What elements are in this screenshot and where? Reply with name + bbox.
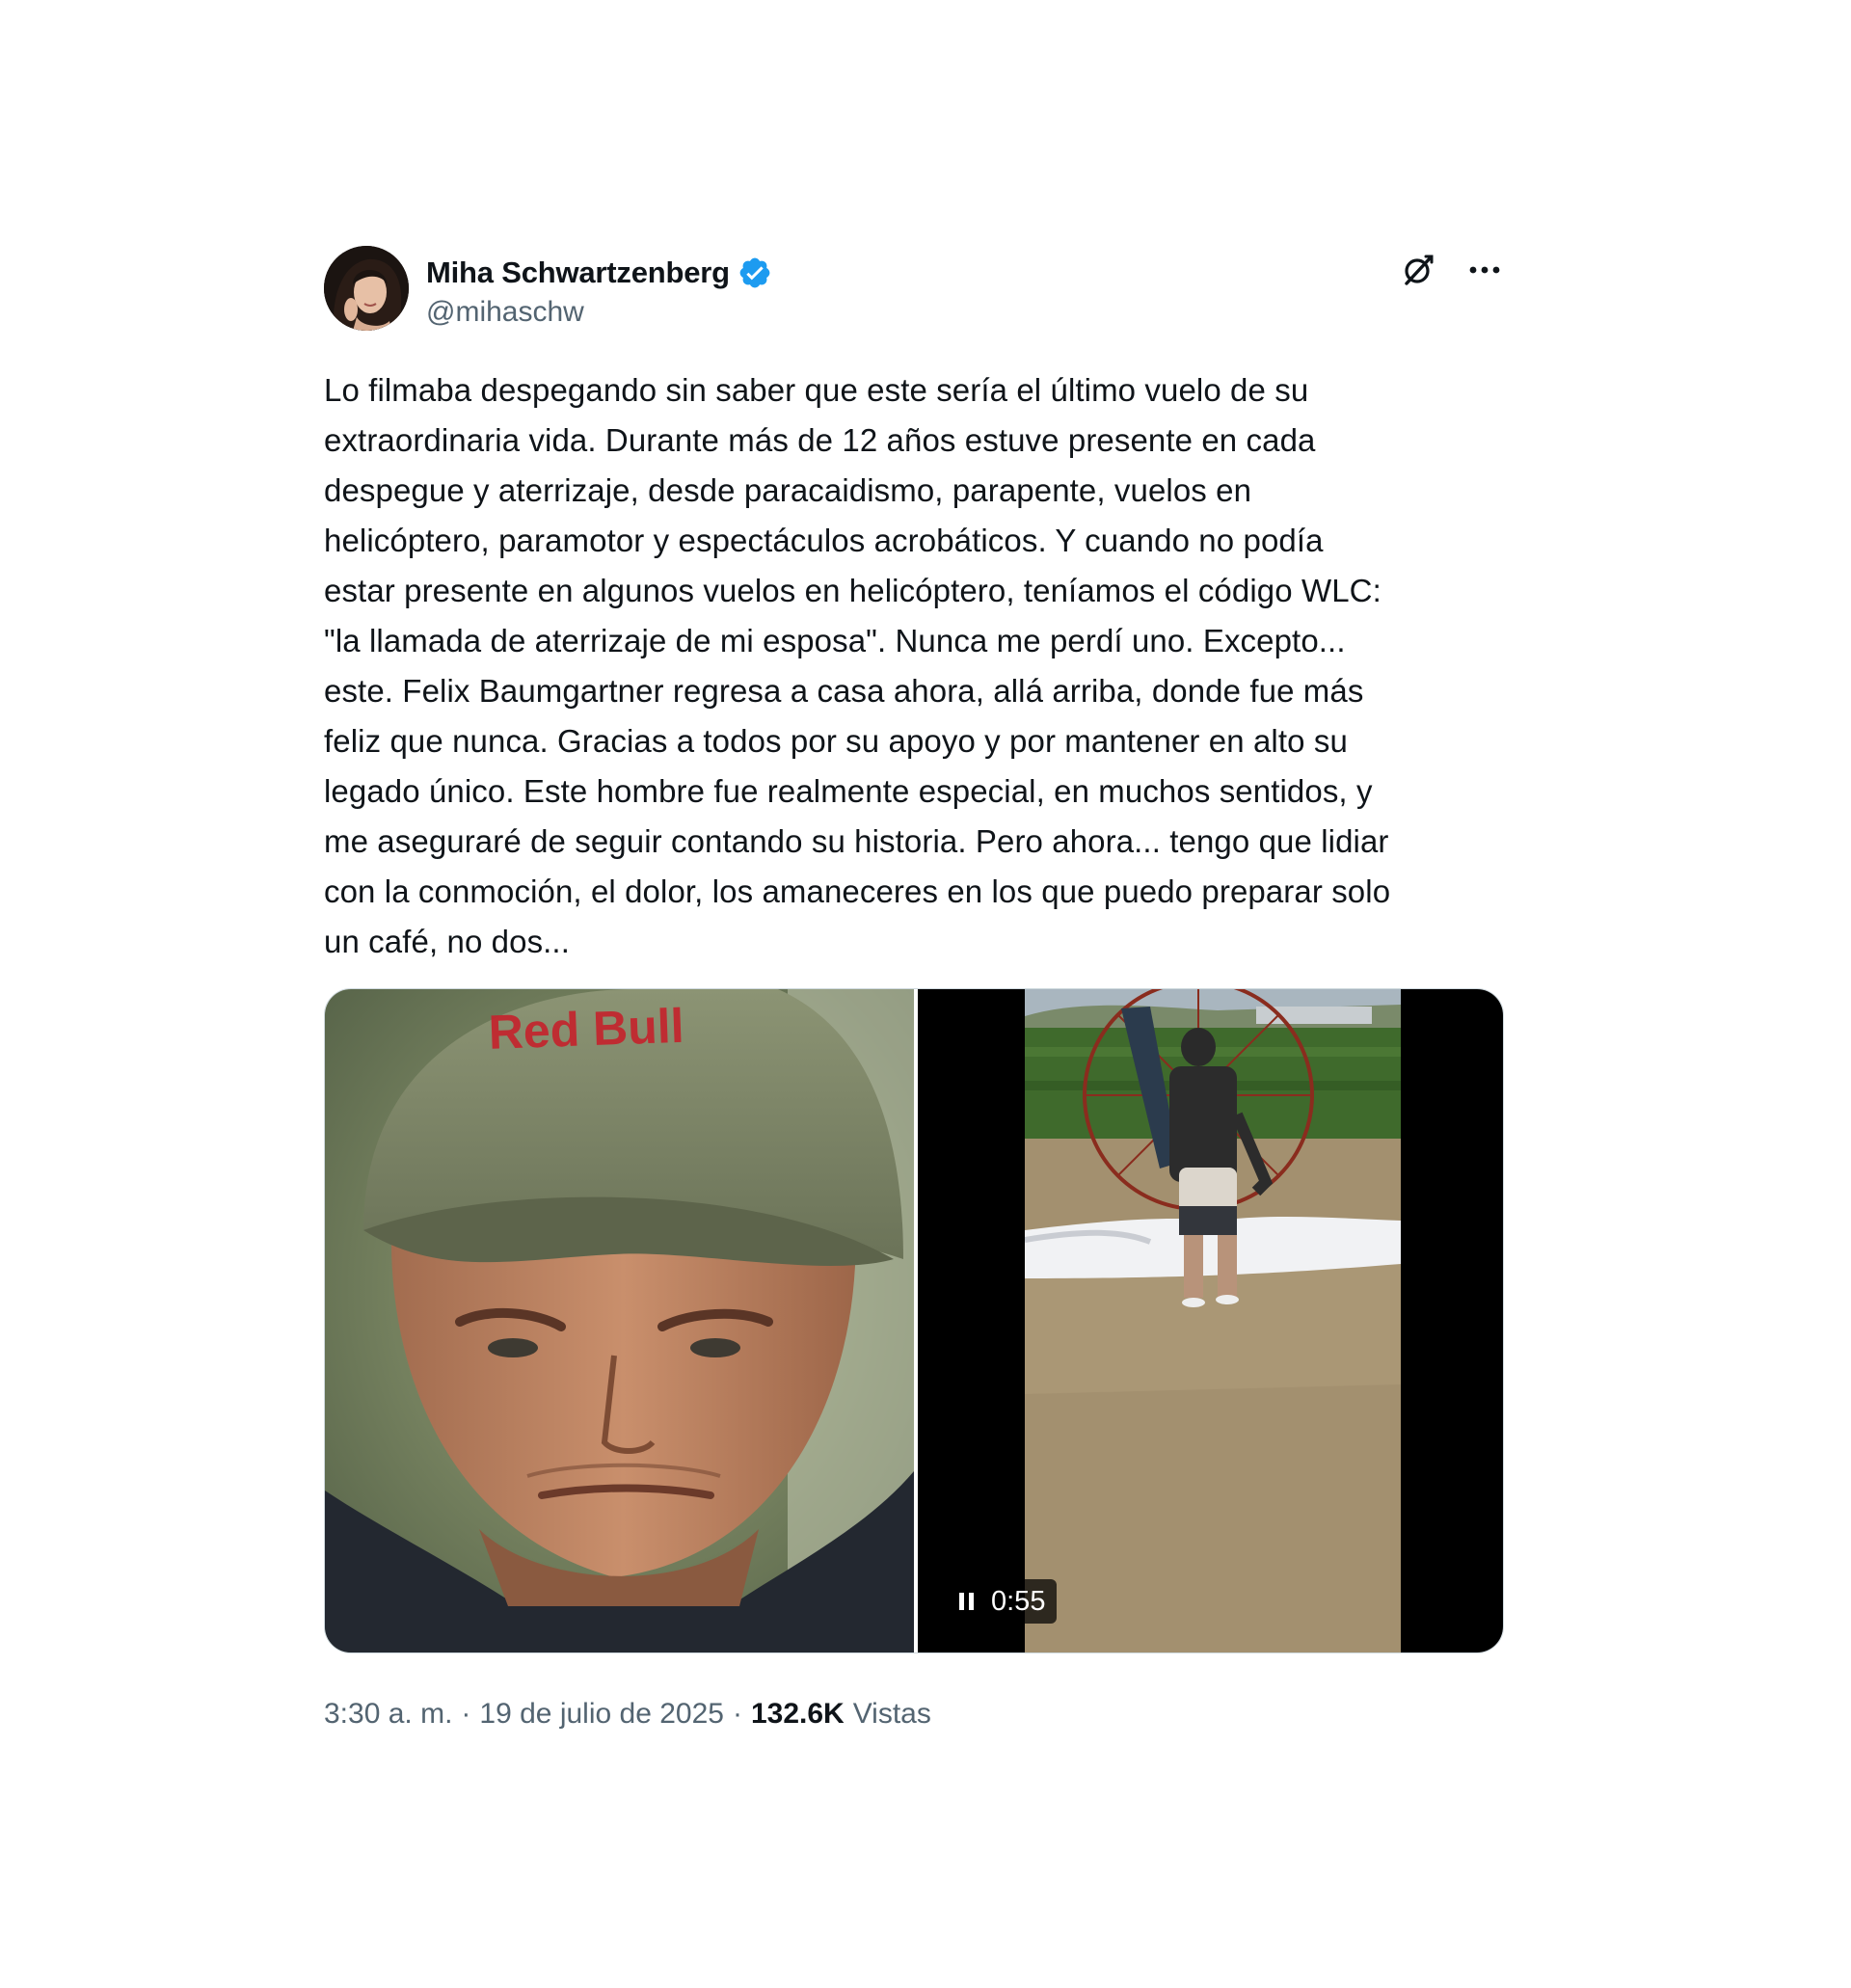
views-count[interactable]: 132.6K xyxy=(751,1698,845,1731)
video-frame[interactable] xyxy=(1025,989,1401,1652)
tweet-header: Miha Schwartzenberg @mihaschw xyxy=(324,246,1504,335)
display-name-row: Miha Schwartzenberg xyxy=(426,254,772,292)
tweet-date[interactable]: 19 de julio de 2025 xyxy=(479,1698,724,1731)
separator: · xyxy=(732,1698,742,1730)
display-name[interactable]: Miha Schwartzenberg xyxy=(426,255,730,290)
pause-icon[interactable] xyxy=(956,1591,978,1612)
avatar[interactable] xyxy=(324,246,409,331)
grok-icon[interactable] xyxy=(1400,252,1436,288)
verified-badge-icon[interactable] xyxy=(738,255,772,290)
tweet-media: Red Bull 0:55 xyxy=(324,988,1504,1653)
handle[interactable]: @mihaschw xyxy=(426,296,772,329)
tweet-time[interactable]: 3:30 a. m. xyxy=(324,1698,452,1731)
tweet: Miha Schwartzenberg @mihaschw Lo filmaba… xyxy=(324,246,1504,1731)
tweet-text: Lo filmaba despegando sin saber que este… xyxy=(324,372,1391,959)
tweet-footer: 3:30 a. m. · 19 de julio de 2025 · 132.6… xyxy=(324,1698,1504,1731)
photo-thumbnail[interactable]: Red Bull xyxy=(325,989,914,1652)
video-time: 0:55 xyxy=(991,1585,1046,1617)
cap-logo-text: Red Bull xyxy=(488,999,685,1060)
more-options-icon[interactable] xyxy=(1465,252,1504,288)
views-label: Vistas xyxy=(852,1698,931,1730)
video-player[interactable]: 0:55 xyxy=(918,989,1503,1652)
video-control[interactable]: 0:55 xyxy=(945,1579,1058,1624)
separator: · xyxy=(461,1698,471,1730)
author-names: Miha Schwartzenberg @mihaschw xyxy=(426,254,772,329)
